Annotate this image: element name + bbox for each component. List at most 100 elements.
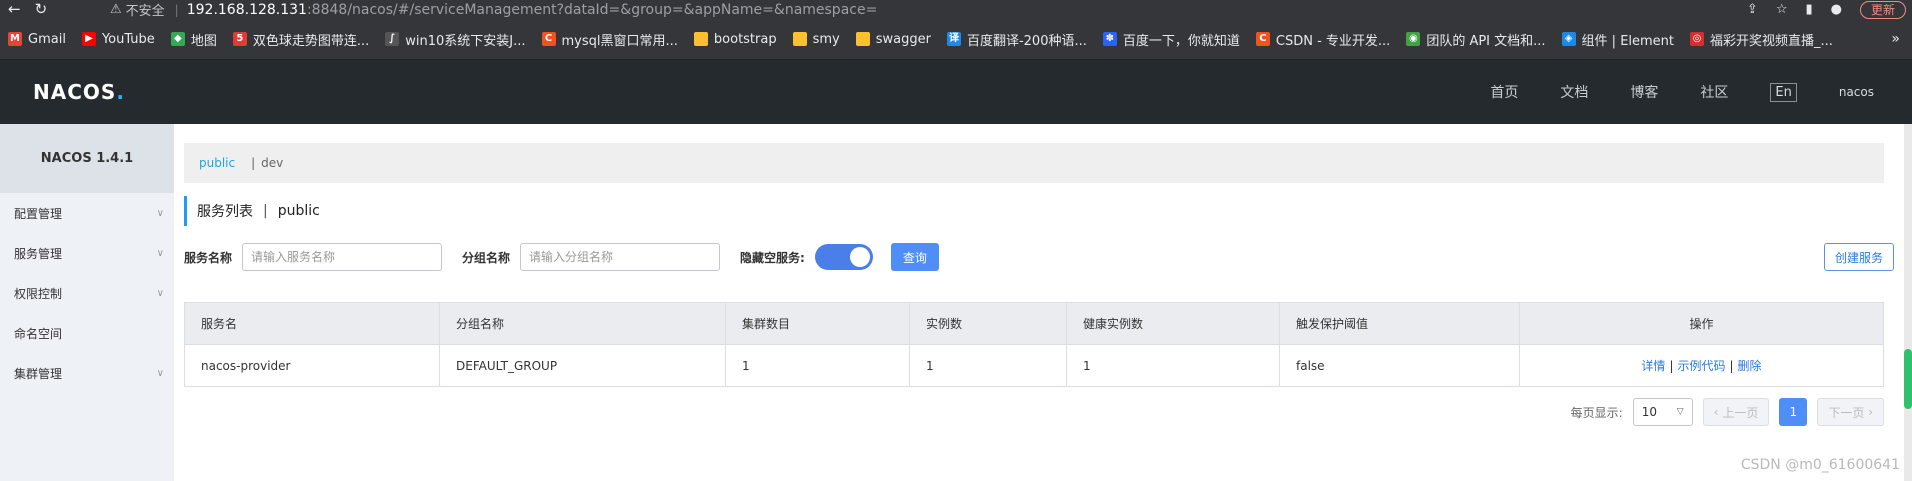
bookmark-item[interactable]: ▶ YouTube [81, 32, 155, 47]
page-size-label: 每页显示: [1570, 405, 1623, 420]
sidebar: NACOS 1.4.1 配置管理 ∨ 服务管理 ∨ 权限控制 ∨ 命名空间 集群管理 ∨ [0, 124, 174, 481]
sample-code-link[interactable]: 示例代码 [1677, 359, 1725, 373]
col-instances: 实例数 [909, 302, 1067, 345]
service-name-input[interactable] [242, 243, 443, 271]
service-name-label: 服务名称 [184, 250, 233, 265]
bookmark-item[interactable]: M Gmail [8, 32, 66, 47]
nav-docs[interactable]: 文档 [1560, 82, 1588, 102]
bookmark-label: 地图 [190, 33, 217, 49]
bookmark-label: mysql黑窗口常用... [561, 33, 678, 49]
bookmark-item[interactable]: ◎ 福彩开奖视频直播_... [1690, 30, 1833, 49]
delete-link[interactable]: 删除 [1738, 359, 1762, 373]
user-menu[interactable]: nacos [1839, 85, 1874, 99]
sidebar-item-namespace[interactable]: 命名空间 [0, 313, 174, 353]
create-service-button[interactable]: 创建服务 [1823, 243, 1894, 271]
bookmark-label: smy [812, 31, 840, 47]
bookmark-item[interactable]: smy [792, 31, 840, 47]
cell-service: nacos-provider [184, 344, 440, 387]
nav-blog[interactable]: 博客 [1630, 82, 1658, 102]
col-threshold: 触发保护阈值 [1279, 302, 1520, 345]
detail-link[interactable]: 详情 [1641, 359, 1665, 373]
cell-ops: 详情 | 示例代码 | 删除 [1519, 344, 1884, 387]
bookmark-item[interactable]: C CSDN - 专业开发... [1255, 30, 1390, 49]
next-page-button[interactable]: 下一页 › [1817, 398, 1884, 426]
back-icon[interactable]: ← [8, 0, 21, 19]
sidebar-item-label: 集群管理 [14, 366, 63, 381]
query-button[interactable]: 查询 [890, 243, 939, 271]
group-name-input[interactable] [520, 243, 721, 271]
bookmark-icon: ◎ [1690, 32, 1705, 46]
bookmark-item[interactable]: swagger [855, 32, 931, 47]
bookmark-item[interactable]: ∫ win10系统下安装J... [385, 30, 526, 49]
chevron-right-icon: › [1864, 405, 1873, 419]
bookmark-item[interactable]: 5 双色球走势图带连... [232, 30, 369, 49]
col-clusters: 集群数目 [725, 302, 910, 345]
security-indicator[interactable]: ⚠ 不安全 [110, 0, 165, 19]
col-healthy: 健康实例数 [1066, 302, 1280, 345]
bookmark-item[interactable]: bootstrap [693, 32, 777, 47]
prev-page-button[interactable]: ‹ 上一页 [1702, 398, 1770, 426]
browser-actions: ⇪ ☆ ▮ ● 更新 [1747, 0, 1912, 19]
bookmark-label: 百度一下，你就知道 [1122, 33, 1240, 49]
star-icon[interactable]: ☆ [1776, 2, 1788, 17]
chevron-down-icon: ∨ [156, 287, 164, 299]
bookmark-item[interactable]: 译百度翻译-200种语... [946, 30, 1087, 49]
bookmark-icon: 5 [232, 32, 247, 46]
bookmark-item[interactable]: Cmysql黑窗口常用... [541, 30, 678, 49]
bookmark-item[interactable]: ◆ 地图 [170, 30, 217, 49]
col-ops: 操作 [1519, 302, 1884, 345]
namespace-bar: public | dev [184, 143, 1884, 183]
sidebar-item-cluster[interactable]: 集群管理 ∨ [0, 353, 174, 393]
url-field[interactable]: 192.168.128.131:8848/nacos/#/serviceMana… [187, 2, 878, 18]
page-number-current[interactable]: 1 [1779, 398, 1808, 426]
cell-instances: 1 [909, 344, 1067, 387]
main-content: public | dev 服务列表 | public 服务名称 分组名称 隐藏空… [174, 124, 1912, 481]
nav-community[interactable]: 社区 [1700, 82, 1728, 102]
bookmark-label: 组件 | Element [1581, 33, 1675, 49]
sidepanel-icon[interactable]: ▮ [1805, 2, 1812, 17]
sidebar-menu: 配置管理 ∨ 服务管理 ∨ 权限控制 ∨ 命名空间集群管理 ∨ [0, 193, 174, 393]
scrollbar-thumb[interactable] [1904, 349, 1912, 409]
bookmark-item[interactable]: ✽ 百度一下，你就知道 [1102, 30, 1240, 49]
page-scrollbar[interactable] [1904, 124, 1912, 481]
profile-icon[interactable]: ● [1831, 2, 1842, 17]
bookmark-item[interactable]: ◉ 团队的 API 文档和... [1406, 30, 1546, 49]
page-title: 服务列表 | public [184, 196, 320, 226]
bookmark-icon: ▶ [81, 32, 96, 46]
bookmark-icon: ◉ [1406, 32, 1421, 46]
bookmark-icon: M [8, 32, 22, 46]
nav-home[interactable]: 首页 [1490, 82, 1518, 102]
app-header: NACOS. 首页 文档 博客 社区 En nacos [0, 60, 1912, 124]
bookmark-icon [693, 32, 708, 46]
hide-empty-toggle[interactable] [814, 244, 873, 270]
sidebar-item-label: 权限控制 [14, 286, 63, 301]
update-button[interactable]: 更新 [1859, 0, 1906, 19]
cell-group: DEFAULT_GROUP [439, 344, 726, 387]
bookmark-icon: C [1255, 32, 1270, 46]
share-icon[interactable]: ⇪ [1747, 2, 1758, 17]
bookmark-icon: 译 [946, 32, 961, 46]
sidebar-item-auth[interactable]: 权限控制 ∨ [0, 273, 174, 313]
page-size-select[interactable]: 10 ▽ [1632, 398, 1693, 426]
language-switch[interactable]: En [1770, 82, 1797, 102]
chevron-down-icon: ∨ [156, 247, 164, 259]
sidebar-item-service[interactable]: 服务管理 ∨ [0, 233, 174, 273]
nacos-logo[interactable]: NACOS. [33, 80, 125, 104]
table-header-row: 服务名 分组名称 集群数目 实例数 健康实例数 触发保护阈值 操作 [184, 302, 1884, 345]
watermark: CSDN @m0_61600641 [1740, 457, 1900, 473]
bookmark-icon: ∫ [385, 32, 400, 46]
bookmark-icon: ◈ [1561, 32, 1576, 46]
namespace-public[interactable]: public [199, 156, 235, 170]
bookmark-item[interactable]: ◈ 组件 | Element [1561, 30, 1675, 49]
browser-nav: ← ↻ [0, 0, 110, 19]
chevron-down-icon: ▽ [1676, 407, 1684, 417]
reload-icon[interactable]: ↻ [35, 0, 48, 19]
url-path: :8848/nacos/#/serviceManagement?dataId=&… [306, 1, 878, 18]
chevron-down-icon: ∨ [156, 367, 164, 379]
cell-clusters: 1 [725, 344, 910, 387]
bookmarks-overflow-icon[interactable]: » [1891, 31, 1912, 47]
chevron-left-icon: ‹ [1713, 405, 1723, 419]
sidebar-item-config[interactable]: 配置管理 ∨ [0, 193, 174, 233]
pagination: 每页显示: 10 ▽ ‹ 上一页 1 下一页 › [1571, 398, 1884, 426]
namespace-dev[interactable]: dev [261, 156, 283, 170]
